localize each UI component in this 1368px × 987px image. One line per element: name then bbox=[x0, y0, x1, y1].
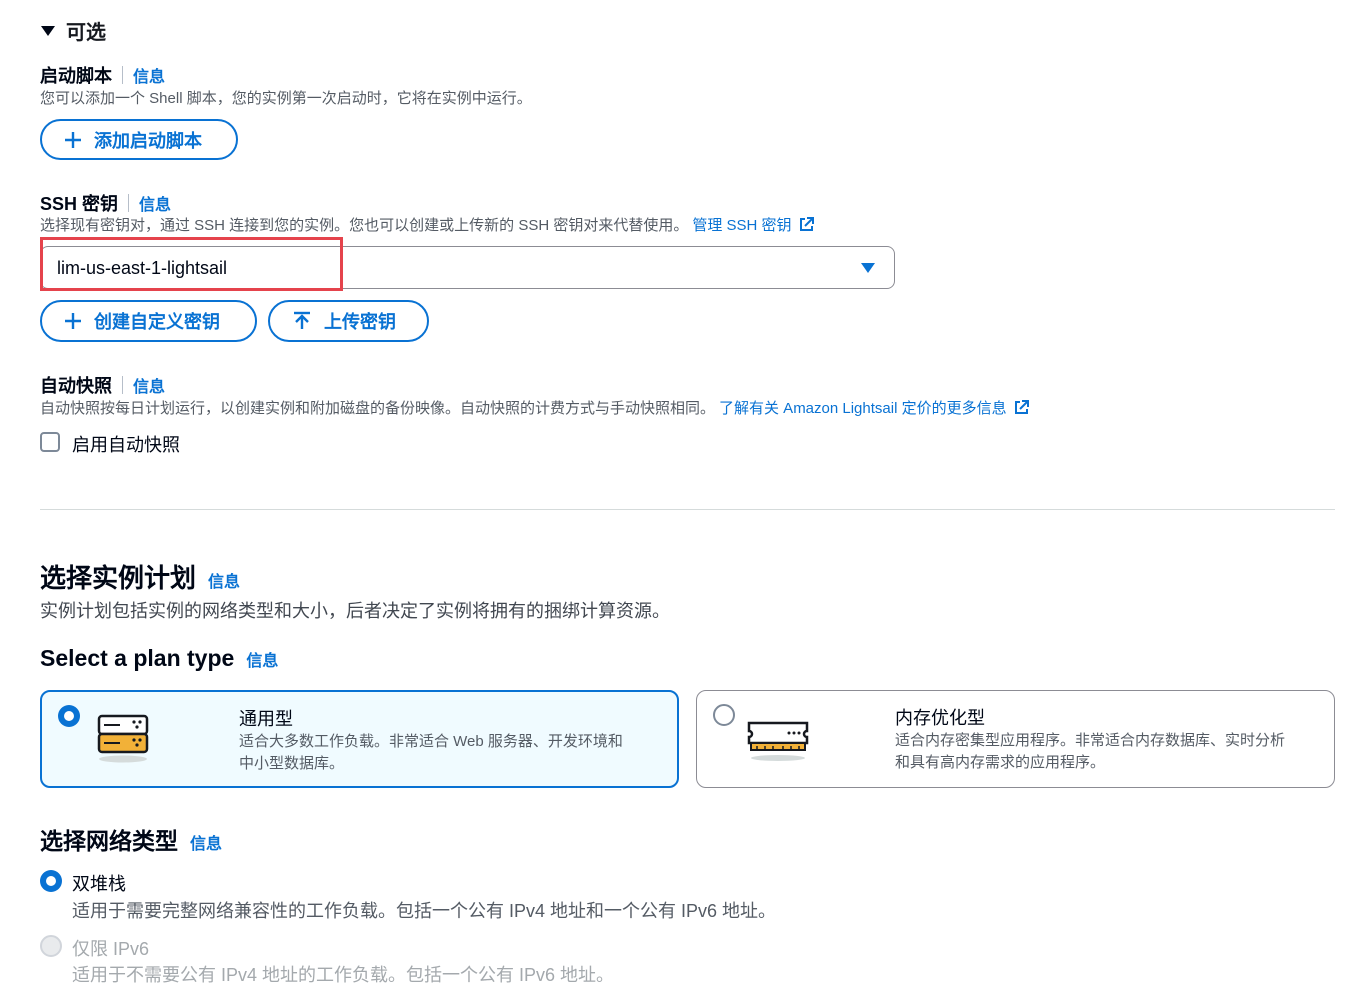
network-type-title: 选择网络类型 bbox=[40, 828, 178, 854]
optional-section-toggle[interactable]: 可选 bbox=[40, 16, 106, 45]
auto-snapshot-description: 自动快照按每日计划运行，以创建实例和附加磁盘的备份映像。自动快照的计费方式与手动… bbox=[40, 400, 716, 417]
highlight-box bbox=[40, 237, 343, 291]
plus-icon bbox=[65, 131, 81, 148]
instance-plan-info-link[interactable]: 信息 bbox=[208, 568, 240, 592]
auto-snapshot-info-link[interactable]: 信息 bbox=[133, 373, 165, 397]
ssh-key-header: SSH 密钥 信息 bbox=[40, 190, 171, 216]
network-dual-stack-label[interactable]: 双堆栈 bbox=[72, 870, 126, 896]
divider bbox=[122, 376, 123, 394]
plan-general-description: 适合大多数工作负载。非常适合 Web 服务器、开发环境和 中小型数据库。 bbox=[239, 731, 623, 775]
plan-memory-radio[interactable] bbox=[713, 704, 735, 726]
auto-snapshot-header: 自动快照 信息 bbox=[40, 372, 165, 398]
ssh-key-description: 选择现有密钥对，通过 SSH 连接到您的实例。您也可以创建或上传新的 SSH 密… bbox=[40, 217, 689, 234]
manage-ssh-keys-link[interactable]: 管理 SSH 密钥 bbox=[692, 214, 814, 235]
network-type-info-link[interactable]: 信息 bbox=[190, 830, 222, 854]
network-type-header: 选择网络类型 信息 bbox=[40, 822, 222, 856]
launch-script-label: 启动脚本 bbox=[40, 66, 112, 86]
server-icon bbox=[97, 714, 149, 763]
upload-key-label: 上传密钥 bbox=[324, 312, 396, 332]
caret-down-icon bbox=[41, 25, 55, 36]
plan-type-info-link[interactable]: 信息 bbox=[246, 647, 278, 671]
ssh-key-info-link[interactable]: 信息 bbox=[139, 191, 171, 215]
create-custom-key-button[interactable]: 创建自定义密钥 bbox=[40, 300, 257, 342]
network-dual-stack-description: 适用于需要完整网络兼容性的工作负载。包括一个公有 IPv4 地址和一个公有 IP… bbox=[72, 901, 777, 921]
divider bbox=[122, 66, 123, 84]
add-launch-script-button[interactable]: 添加启动脚本 bbox=[40, 119, 238, 160]
plan-memory-title: 内存优化型 bbox=[895, 708, 985, 728]
ssh-key-description-row: 选择现有密钥对，通过 SSH 连接到您的实例。您也可以创建或上传新的 SSH 密… bbox=[40, 214, 815, 235]
launch-script-info-link[interactable]: 信息 bbox=[133, 63, 165, 87]
auto-snapshot-checkbox-label[interactable]: 启用自动快照 bbox=[72, 431, 180, 457]
plan-general-title: 通用型 bbox=[239, 709, 293, 729]
optional-section-title: 可选 bbox=[66, 22, 106, 44]
plus-icon bbox=[65, 313, 81, 329]
plan-card-general[interactable]: 通用型 适合大多数工作负载。非常适合 Web 服务器、开发环境和 中小型数据库。 bbox=[40, 690, 679, 788]
upload-key-button[interactable]: 上传密钥 bbox=[268, 300, 429, 342]
divider bbox=[128, 194, 130, 212]
instance-plan-header: 选择实例计划 信息 bbox=[40, 558, 240, 595]
memory-icon bbox=[747, 721, 809, 761]
section-divider bbox=[40, 509, 1335, 510]
launch-script-header: 启动脚本 信息 bbox=[40, 62, 165, 88]
network-dual-stack-radio[interactable] bbox=[40, 870, 62, 892]
add-launch-script-label: 添加启动脚本 bbox=[94, 130, 202, 151]
plan-general-description-line2: 中小型数据库。 bbox=[239, 755, 345, 772]
pricing-link-label: 了解有关 Amazon Lightsail 定价的更多信息 bbox=[719, 400, 1007, 417]
instance-plan-description: 实例计划包括实例的网络类型和大小，后者决定了实例将拥有的捆绑计算资源。 bbox=[40, 601, 670, 621]
external-link-icon bbox=[1014, 400, 1029, 414]
network-ipv6-only-description: 适用于不需要公有 IPv4 地址的工作负载。包括一个公有 IPv6 地址。 bbox=[72, 965, 615, 985]
plan-memory-description: 适合内存密集型应用程序。非常适合内存数据库、实时分析 和具有高内存需求的应用程序… bbox=[895, 730, 1285, 774]
caret-down-icon bbox=[861, 263, 875, 273]
plan-general-radio[interactable] bbox=[58, 705, 80, 727]
instance-plan-title: 选择实例计划 bbox=[40, 563, 197, 593]
network-ipv6-only-radio[interactable] bbox=[40, 935, 62, 957]
plan-memory-description-line1: 适合内存密集型应用程序。非常适合内存数据库、实时分析 bbox=[895, 732, 1286, 749]
plan-card-memory-optimized[interactable]: 内存优化型 适合内存密集型应用程序。非常适合内存数据库、实时分析 和具有高内存需… bbox=[696, 690, 1335, 788]
launch-script-description: 您可以添加一个 Shell 脚本，您的实例第一次启动时，它将在实例中运行。 bbox=[40, 90, 532, 107]
plan-type-header: Select a plan type 信息 bbox=[40, 645, 278, 672]
upload-icon bbox=[294, 311, 310, 329]
external-link-icon bbox=[799, 217, 814, 231]
pricing-link[interactable]: 了解有关 Amazon Lightsail 定价的更多信息 bbox=[719, 397, 1030, 418]
plan-type-title: Select a plan type bbox=[40, 645, 235, 671]
auto-snapshot-description-row: 自动快照按每日计划运行，以创建实例和附加磁盘的备份映像。自动快照的计费方式与手动… bbox=[40, 397, 1030, 418]
auto-snapshot-checkbox[interactable] bbox=[40, 432, 60, 452]
network-ipv6-only-label[interactable]: 仅限 IPv6 bbox=[72, 935, 149, 961]
manage-ssh-keys-label: 管理 SSH 密钥 bbox=[692, 217, 792, 234]
plan-general-description-line1: 适合大多数工作负载。非常适合 Web 服务器、开发环境和 bbox=[239, 733, 623, 750]
ssh-key-label: SSH 密钥 bbox=[40, 194, 119, 214]
auto-snapshot-label: 自动快照 bbox=[40, 376, 112, 396]
create-custom-key-label: 创建自定义密钥 bbox=[94, 312, 220, 332]
plan-memory-description-line2: 和具有高内存需求的应用程序。 bbox=[895, 754, 1106, 771]
